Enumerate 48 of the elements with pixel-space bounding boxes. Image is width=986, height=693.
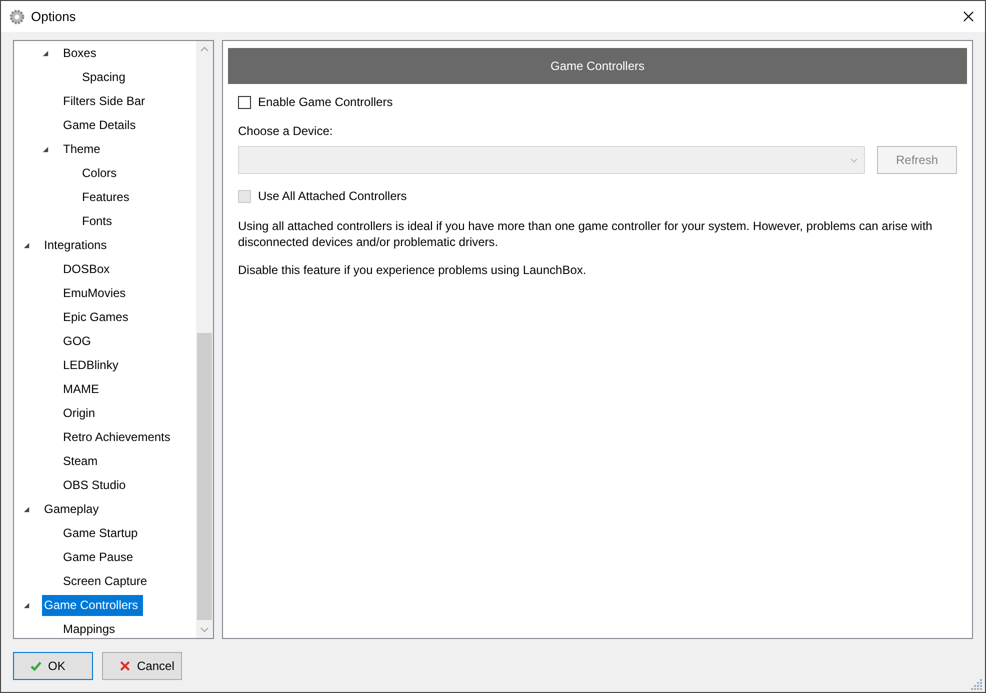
checkbox-label: Use All Attached Controllers — [258, 189, 407, 203]
checkbox-label: Enable Game Controllers — [258, 95, 393, 109]
dropdown-caret-icon — [850, 158, 858, 162]
tree-item[interactable]: OBS Studio — [61, 474, 131, 496]
expand-arrow-icon[interactable] — [23, 602, 30, 608]
cross-icon — [119, 660, 131, 672]
tree-item[interactable]: Integrations — [42, 234, 112, 256]
tree-item[interactable]: Mappings — [61, 618, 120, 638]
tree-item[interactable]: Game Startup — [61, 522, 143, 544]
expand-arrow-icon[interactable] — [42, 50, 49, 56]
tree-item[interactable]: MAME — [61, 378, 104, 400]
expand-arrow-icon[interactable] — [23, 506, 30, 512]
tree-item[interactable]: EmuMovies — [61, 282, 131, 304]
tree-item[interactable]: Fonts — [80, 210, 118, 232]
tree-item[interactable]: Boxes — [61, 42, 102, 64]
tree-item[interactable]: LEDBlinky — [61, 354, 124, 376]
tree-item[interactable]: Game Details — [61, 114, 141, 136]
description-text: Using all attached controllers is ideal if you have more than one game controller for your system. However, problems can arise with disconnected devices and/or problematic drivers. — [238, 218, 934, 250]
device-label: Choose a Device: — [238, 124, 334, 140]
tree-item[interactable]: Spacing — [80, 66, 130, 88]
expand-arrow-icon[interactable] — [23, 242, 30, 248]
tree-item[interactable]: Features — [80, 186, 134, 208]
ok-button[interactable]: OK — [13, 652, 93, 680]
panel-header: Game Controllers — [228, 48, 967, 84]
tree-item[interactable]: DOSBox — [61, 258, 115, 280]
gear-icon — [9, 8, 25, 24]
tree-item[interactable]: Game Pause — [61, 546, 138, 568]
scrollbar[interactable] — [196, 41, 213, 638]
tree-item[interactable]: Theme — [61, 138, 106, 160]
tree-item[interactable]: Game Controllers — [42, 594, 144, 616]
cancel-button[interactable]: Cancel — [102, 652, 182, 680]
tree-item[interactable]: Screen Capture — [61, 570, 152, 592]
window-title: Options — [31, 9, 77, 24]
checkbox[interactable] — [238, 96, 251, 108]
checkmark-icon — [30, 660, 42, 672]
tree-item[interactable]: Epic Games — [61, 306, 134, 328]
expand-arrow-icon[interactable] — [42, 146, 49, 152]
tree-item[interactable]: Retro Achievements — [61, 426, 176, 448]
tree-item[interactable]: Colors — [80, 162, 122, 184]
resize-grip-icon[interactable] — [971, 678, 983, 690]
tree-item[interactable]: GOG — [61, 330, 96, 352]
description-text: Disable this feature if you experience problems using LaunchBox. — [238, 262, 588, 278]
scrollbar-thumb[interactable] — [197, 333, 212, 620]
close-icon[interactable] — [963, 11, 974, 22]
tree-item[interactable]: Origin — [61, 402, 100, 424]
tree-item[interactable]: Gameplay — [42, 498, 104, 520]
tree-item[interactable]: Filters Side Bar — [61, 90, 150, 112]
tree-item[interactable]: Steam — [61, 450, 103, 472]
